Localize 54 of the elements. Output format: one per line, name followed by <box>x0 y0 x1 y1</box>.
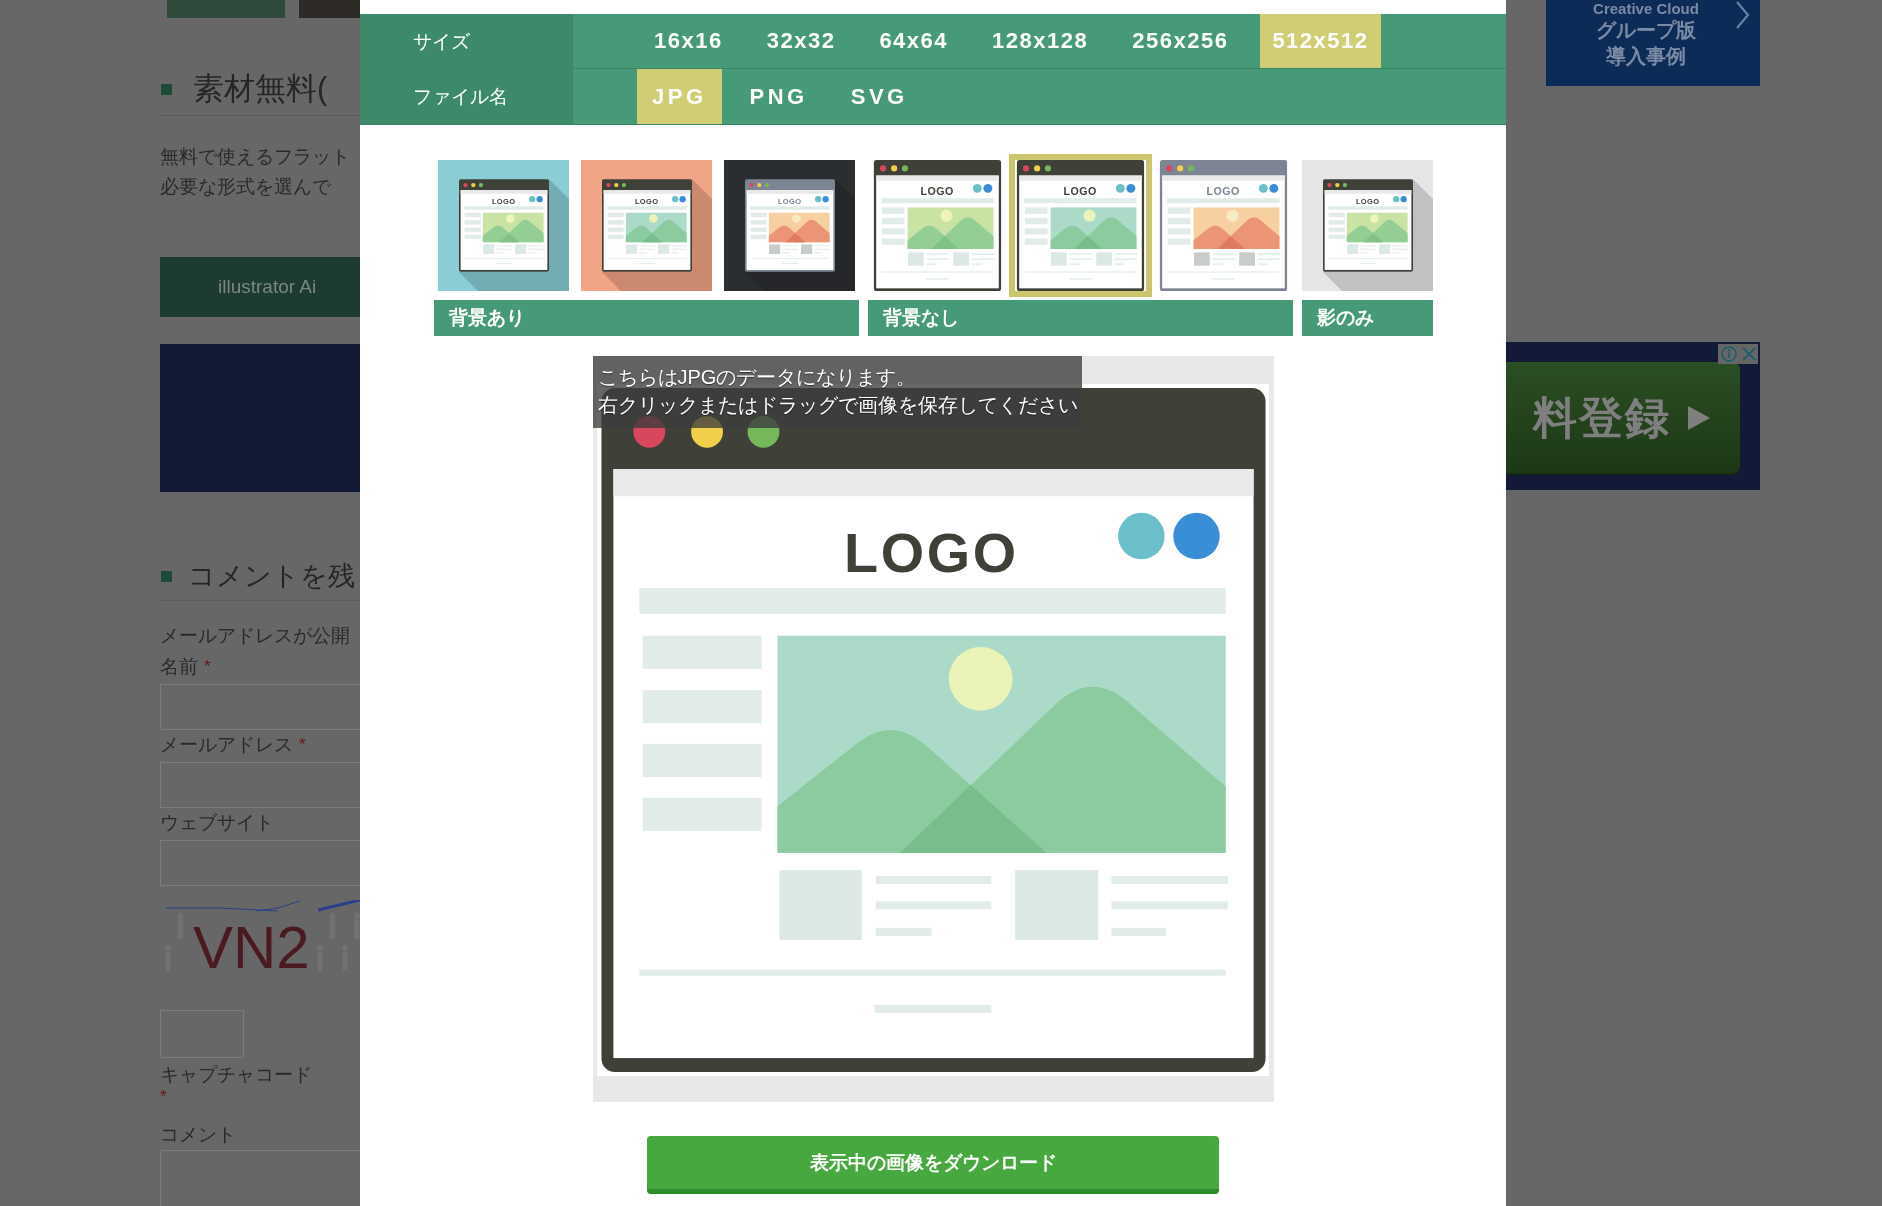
size-option[interactable]: 128x128 <box>980 14 1101 68</box>
size-option[interactable]: 32x32 <box>754 14 848 68</box>
size-option[interactable]: 16x16 <box>642 14 735 68</box>
group-label: 背景あり <box>434 300 859 336</box>
logo-text: LOGO <box>1063 185 1097 198</box>
close-icon[interactable] <box>1741 347 1756 361</box>
thumbnail-option[interactable]: LOGO <box>1158 160 1289 291</box>
captcha-noise-line <box>317 900 360 912</box>
ad-text: グループ版 <box>1596 19 1696 41</box>
input-field[interactable] <box>160 684 360 730</box>
thumbnail-image <box>299 0 360 18</box>
input-field[interactable] <box>160 762 360 808</box>
logo-text: LOGO <box>1206 185 1240 198</box>
person-silhouette <box>354 913 360 939</box>
thumbnail-option[interactable]: LOGO <box>1015 160 1146 291</box>
description-text: 必要な形式を選んで <box>160 175 332 199</box>
input-field[interactable] <box>160 840 360 886</box>
ad-signup-button[interactable]: 料登録 <box>1506 362 1740 473</box>
captcha-text: VN2 <box>193 914 310 980</box>
illustrator-button[interactable]: illustrator Ai <box>160 257 360 317</box>
ad-text: 料登録 <box>1533 393 1671 442</box>
ad-text: 導入事例 <box>1606 45 1686 67</box>
square-bullet-icon <box>161 570 172 582</box>
chevron-right-icon <box>1735 1 1750 29</box>
ad-text: Creative Cloud <box>1593 0 1699 17</box>
group-label: 背景なし <box>868 300 1293 336</box>
size-option[interactable]: 64x64 <box>867 14 961 68</box>
field-label: メールアドレス <box>160 734 293 756</box>
required-mark: * <box>299 734 306 756</box>
description-text: 無料で使えるフラット <box>160 145 351 169</box>
required-mark: * <box>204 656 211 678</box>
logo-text: LOGO <box>920 185 954 198</box>
format-option[interactable]: PNG <box>734 69 823 124</box>
field-label: 名前 <box>160 656 198 678</box>
option-label: ファイル名 <box>360 69 573 124</box>
format-option[interactable]: SVG <box>835 69 923 124</box>
option-label: サイズ <box>360 14 573 69</box>
size-option[interactable]: 256x256 <box>1120 14 1241 68</box>
download-button[interactable]: 表示中の画像をダウンロード <box>647 1136 1219 1194</box>
section-title: 素材無料( <box>193 73 328 105</box>
info-icon[interactable] <box>1720 346 1737 362</box>
field-label: キャプチャコード <box>160 1064 312 1086</box>
square-bullet-icon <box>161 83 172 95</box>
required-mark: * <box>160 1086 167 1108</box>
tooltip-text: 右クリックまたはドラッグで画像を保存してください <box>597 393 1079 418</box>
field-label: コメント <box>160 1124 236 1146</box>
field-label: ウェブサイト <box>160 812 274 834</box>
section-title: コメントを残 <box>188 562 355 590</box>
play-triangle-icon <box>1688 405 1710 430</box>
comment-note: メールアドレスが公開 <box>160 625 351 647</box>
thumbnail-option[interactable]: LOGO <box>872 160 1003 291</box>
logo-text: LOGO <box>843 521 1019 584</box>
group-label: 影のみ <box>1302 300 1433 336</box>
tooltip-text: こちらはJPGのデータになります。 <box>597 365 918 390</box>
